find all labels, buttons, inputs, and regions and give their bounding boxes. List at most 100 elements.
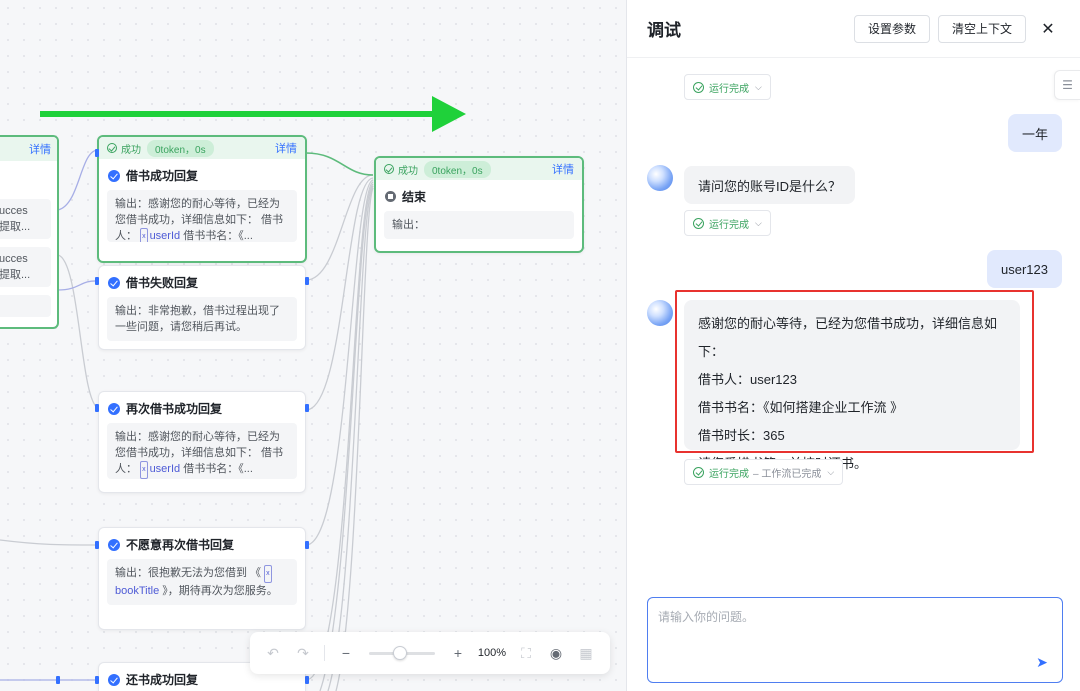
token-badge: 0token，0s — [424, 160, 491, 178]
run-status-tag[interactable]: 运行完成 ⌵ — [684, 74, 771, 100]
output-port[interactable] — [305, 277, 309, 285]
output-text: 借书书名：《... — [183, 463, 253, 475]
condition-text: ucces — [0, 205, 28, 217]
condition-text: 提取... — [0, 269, 31, 281]
check-icon — [108, 402, 120, 415]
node-title: 再次借书成功回复 — [126, 402, 223, 416]
run-status-text: 运行完成 — [709, 83, 749, 95]
node-reborrow-success[interactable]: 再次借书成功回复 输出：感谢您的耐心等待，已经为您借书成功，详细信息如下： 借书… — [98, 391, 306, 493]
token-badge: 0token，0s — [147, 139, 214, 157]
run-status-text: 运行完成 — [709, 219, 749, 231]
output-port[interactable] — [305, 676, 309, 684]
node-status-bar: 成功 0token，0s 详情 — [376, 158, 582, 180]
run-status-text: 运行完成 — [709, 468, 749, 480]
divider — [324, 645, 325, 661]
node-borrow-fail[interactable]: 借书失败回复 输出：非常抱歉，借书过程出现了一些问题，请您稍后再试。 — [98, 265, 306, 350]
output-text: 》，期待再次为您服务。 — [162, 585, 278, 597]
zoom-slider-handle[interactable] — [393, 645, 407, 660]
fit-view-icon[interactable]: ⛶ — [513, 640, 539, 666]
chevron-down-icon: ⌵ — [755, 217, 762, 228]
bot-avatar — [647, 300, 673, 326]
check-icon — [108, 169, 120, 182]
node-borrow-success[interactable]: 成功 0token，0s 详情 借书成功回复 输出：感谢您的耐心等待，已经为您借… — [97, 135, 307, 263]
status-text: 成功 — [121, 144, 141, 156]
status-text: 成功 — [398, 165, 418, 177]
input-port[interactable] — [95, 676, 99, 684]
eye-icon[interactable]: ◉ — [543, 640, 569, 666]
variable-name: bookTitle — [115, 585, 160, 597]
message-text: user123 — [1001, 261, 1048, 277]
outline-toggle-icon[interactable]: ☰ — [1054, 70, 1080, 100]
input-port[interactable] — [95, 149, 99, 157]
detail-link[interactable]: 详情 — [275, 140, 297, 156]
node-header: 结束 — [376, 180, 582, 211]
run-status-tag[interactable]: 运行完成 – 工作流已完成 ⌵ — [684, 459, 844, 485]
variable-chip: x userId — [140, 228, 181, 242]
node-header: 借书失败回复 — [99, 266, 305, 297]
check-icon — [108, 538, 120, 551]
node-output: 输出：非常抱歉，借书过程出现了一些问题，请您稍后再试。 — [107, 297, 297, 341]
input-port[interactable] — [95, 404, 99, 412]
node-title: 借书成功回复 — [126, 169, 199, 183]
output-text: 输出：很抱歉无法为您借到 《 — [115, 567, 262, 579]
grid-icon[interactable]: ▦ — [573, 640, 599, 666]
condition-row — [0, 295, 51, 317]
node-output: 输出：感谢您的耐心等待，已经为您借书成功，详细信息如下： 借书人： x userI… — [107, 190, 297, 242]
chevron-down-icon: ⌵ — [755, 81, 762, 92]
output-port[interactable] — [56, 676, 60, 684]
undo-icon[interactable]: ↶ — [260, 640, 286, 666]
success-icon — [384, 164, 394, 174]
debug-panel: 调试 设置参数 清空上下文 ✕ ☰ 运行完成 ⌵ 一年 请问您的账号ID是什么？… — [626, 0, 1080, 691]
condition-row: ucces 提取... — [0, 199, 51, 239]
node-title: 不愿意再次借书回复 — [126, 538, 235, 552]
stop-icon — [385, 191, 396, 202]
zoom-slider[interactable] — [369, 645, 435, 660]
detail-link[interactable]: 详情 — [29, 141, 51, 157]
output-text: 借书书名：《... — [183, 230, 253, 242]
question-input-box[interactable]: ➤ — [647, 597, 1063, 683]
zoom-in-icon[interactable]: + — [445, 640, 471, 666]
variable-name: userId — [149, 463, 181, 475]
set-params-button[interactable]: 设置参数 — [853, 14, 930, 43]
variable-name: userId — [149, 230, 181, 242]
send-icon[interactable]: ➤ — [1034, 654, 1050, 670]
message-text: 请问您的账号ID是什么？ — [698, 178, 842, 194]
node-status-bar: 成功 0token，0s 详情 — [99, 137, 305, 159]
run-status-tag[interactable]: 运行完成 ⌵ — [684, 210, 771, 236]
success-icon — [693, 217, 704, 229]
zoom-out-icon[interactable]: − — [333, 640, 359, 666]
node-title: 借书失败回复 — [126, 276, 199, 290]
output-port[interactable] — [305, 404, 309, 412]
close-icon[interactable]: ✕ — [1036, 17, 1060, 41]
check-icon — [108, 276, 120, 289]
workflow-canvas[interactable]: 详情 ucces 提取... ucces 提取... 成功 0token，0s … — [0, 0, 626, 691]
bot-message: 请问您的账号ID是什么？ — [684, 166, 856, 204]
node-header: 再次借书成功回复 — [99, 392, 305, 423]
node-output: 输出：感谢您的耐心等待，已经为您借书成功，详细信息如下： 借书人： x userI… — [107, 423, 297, 479]
bot-avatar — [647, 165, 673, 191]
canvas-toolbar: ↶ ↷ − + 100% ⛶ ◉ ▦ — [250, 632, 610, 674]
connection-lines — [0, 96, 466, 691]
zoom-level: 100% — [477, 647, 507, 659]
success-icon — [107, 143, 117, 153]
condition-text: ucces — [0, 253, 28, 265]
variable-chip: x userId — [140, 461, 181, 479]
node-header: 不愿意再次借书回复 — [99, 528, 305, 559]
input-port[interactable] — [95, 541, 99, 549]
user-message: user123 — [987, 250, 1062, 288]
annotation-arrow — [40, 96, 466, 132]
node-end[interactable]: 成功 0token，0s 详情 结束 输出： — [374, 156, 584, 253]
input-port[interactable] — [95, 277, 99, 285]
redo-icon[interactable]: ↷ — [290, 640, 316, 666]
success-icon — [693, 466, 704, 478]
partial-condition-node[interactable]: 详情 ucces 提取... ucces 提取... — [0, 135, 59, 329]
question-input[interactable] — [658, 608, 1052, 652]
panel-title: 调试 — [647, 21, 681, 40]
detail-link[interactable]: 详情 — [552, 161, 574, 177]
user-message: 一年 — [1007, 114, 1062, 152]
clear-context-button[interactable]: 清空上下文 — [937, 14, 1026, 43]
panel-header: 调试 设置参数 清空上下文 ✕ — [627, 0, 1080, 58]
node-unwilling[interactable]: 不愿意再次借书回复 输出：很抱歉无法为您借到 《 xbookTitle 》，期待… — [98, 527, 306, 630]
output-port[interactable] — [305, 541, 309, 549]
message-text: 一年 — [1021, 126, 1048, 142]
